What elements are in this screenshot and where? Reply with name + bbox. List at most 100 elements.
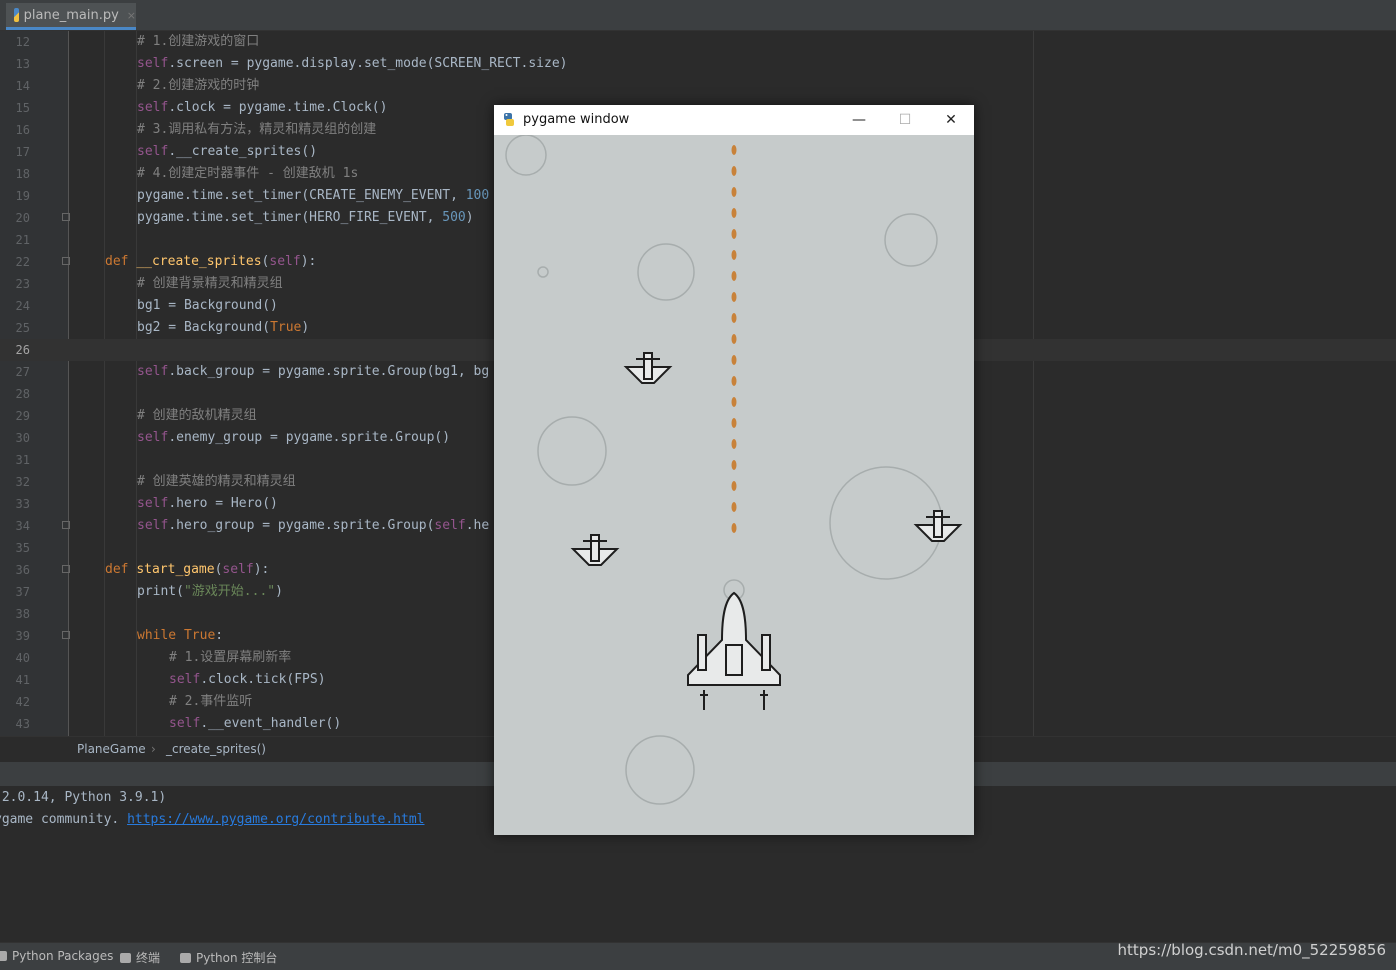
code-text: bg2 = Background(True) bbox=[137, 320, 310, 335]
enemy-plane bbox=[913, 510, 963, 542]
python-icon bbox=[180, 952, 191, 963]
fold-marker-icon[interactable] bbox=[62, 565, 70, 573]
line-number[interactable]: 35 bbox=[0, 537, 30, 559]
line-number[interactable]: 21 bbox=[0, 229, 30, 251]
line-number[interactable]: 25 bbox=[0, 317, 30, 339]
line-number[interactable]: 33 bbox=[0, 493, 30, 515]
bullet-stream bbox=[731, 145, 737, 533]
close-button[interactable]: ✕ bbox=[928, 105, 974, 135]
asteroid bbox=[829, 466, 943, 580]
line-number[interactable]: 43 bbox=[0, 713, 30, 735]
line-number[interactable]: 16 bbox=[0, 119, 30, 141]
code-text: # 1.设置屏幕刷新率 bbox=[169, 650, 292, 665]
code-text: self.__event_handler() bbox=[169, 716, 342, 731]
python-file-icon bbox=[14, 8, 19, 22]
line-number[interactable]: 17 bbox=[0, 141, 30, 163]
code-text: # 3.调用私有方法，精灵和精灵组的创建 bbox=[137, 122, 377, 137]
code-line[interactable]: 12 # 1.创建游戏的窗口 bbox=[0, 31, 1396, 53]
asteroid bbox=[537, 266, 549, 278]
game-canvas[interactable] bbox=[494, 135, 974, 835]
line-number[interactable]: 31 bbox=[0, 449, 30, 471]
terminal-button[interactable]: 终端 bbox=[120, 949, 160, 966]
line-number[interactable]: 41 bbox=[0, 669, 30, 691]
code-text: # 2.事件监听 bbox=[169, 694, 253, 709]
line-number[interactable]: 13 bbox=[0, 53, 30, 75]
terminal-label: 终端 bbox=[136, 951, 161, 965]
tab-plane-main[interactable]: plane_main.py × bbox=[6, 3, 136, 30]
code-text: self.screen = pygame.display.set_mode(SC… bbox=[137, 56, 568, 71]
line-number[interactable]: 29 bbox=[0, 405, 30, 427]
line-number[interactable]: 30 bbox=[0, 427, 30, 449]
line-number[interactable]: 23 bbox=[0, 273, 30, 295]
asteroid-group bbox=[505, 135, 943, 805]
code-text: while True: bbox=[137, 628, 224, 643]
line-number[interactable]: 34 bbox=[0, 515, 30, 537]
fold-marker-icon[interactable] bbox=[62, 521, 70, 529]
line-number[interactable]: 27 bbox=[0, 361, 30, 383]
line-number[interactable]: 42 bbox=[0, 691, 30, 713]
breadcrumb-class[interactable]: PlaneGame bbox=[77, 742, 146, 756]
asteroid bbox=[884, 213, 938, 267]
code-text: print("游戏开始...") bbox=[137, 584, 283, 599]
pygame-window-title: pygame window bbox=[523, 112, 630, 127]
code-line[interactable]: 14 # 2.创建游戏的时钟 bbox=[0, 75, 1396, 97]
console-line: ygame community. https://www.pygame.org/… bbox=[0, 812, 424, 827]
line-number[interactable]: 18 bbox=[0, 163, 30, 185]
asteroid bbox=[537, 416, 607, 486]
code-text: self.__create_sprites() bbox=[137, 144, 318, 159]
packages-icon bbox=[0, 951, 7, 961]
line-number[interactable]: 12 bbox=[0, 31, 30, 53]
code-text: self.back_group = pygame.sprite.Group(bg… bbox=[137, 364, 490, 379]
code-text: pygame.time.set_timer(HERO_FIRE_EVENT, 5… bbox=[137, 210, 474, 225]
code-text: # 4.创建定时器事件 - 创建敌机 1s bbox=[137, 166, 359, 181]
code-text: def start_game(self): bbox=[105, 562, 270, 577]
line-number[interactable]: 14 bbox=[0, 75, 30, 97]
line-number[interactable]: 26 bbox=[0, 339, 30, 361]
line-number[interactable]: 28 bbox=[0, 383, 30, 405]
watermark: https://blog.csdn.net/m0_52259856 bbox=[1117, 941, 1386, 959]
line-number[interactable]: 32 bbox=[0, 471, 30, 493]
code-text: # 创建背景精灵和精灵组 bbox=[137, 276, 283, 291]
python-console-button[interactable]: Python 控制台 bbox=[180, 949, 277, 966]
python-packages-button[interactable]: Python Packages bbox=[0, 949, 113, 963]
python-console-label: Python 控制台 bbox=[196, 951, 278, 965]
pygame-contribute-link[interactable]: https://www.pygame.org/contribute.html bbox=[127, 812, 424, 827]
tool-window-bar: Python Packages 终端 Python 控制台 https://bl… bbox=[0, 941, 1396, 970]
line-number[interactable]: 39 bbox=[0, 625, 30, 647]
minimize-button[interactable]: — bbox=[836, 105, 882, 135]
maximize-button[interactable]: ☐ bbox=[882, 105, 928, 135]
tab-close-icon[interactable]: × bbox=[127, 9, 136, 22]
line-number[interactable]: 15 bbox=[0, 97, 30, 119]
code-text: def __create_sprites(self): bbox=[105, 254, 317, 269]
line-number[interactable]: 38 bbox=[0, 603, 30, 625]
code-text: # 2.创建游戏的时钟 bbox=[137, 78, 260, 93]
hero-plane bbox=[687, 591, 781, 710]
code-text: # 创建英雄的精灵和精灵组 bbox=[137, 474, 296, 489]
terminal-icon bbox=[120, 952, 131, 963]
code-text: self.clock.tick(FPS) bbox=[169, 672, 326, 687]
fold-marker-icon[interactable] bbox=[62, 213, 70, 221]
code-line[interactable]: 13 self.screen = pygame.display.set_mode(… bbox=[0, 53, 1396, 75]
code-text: self.hero_group = pygame.sprite.Group(se… bbox=[137, 518, 490, 533]
code-text: bg1 = Background() bbox=[137, 298, 278, 313]
asteroid bbox=[505, 135, 547, 176]
breadcrumb-method[interactable]: _create_sprites() bbox=[166, 742, 266, 756]
python-packages-label: Python Packages bbox=[12, 949, 114, 963]
pygame-window-titlebar[interactable]: pygame window — ☐ ✕ bbox=[494, 105, 974, 135]
code-text: # 1.创建游戏的窗口 bbox=[137, 34, 260, 49]
line-number[interactable]: 24 bbox=[0, 295, 30, 317]
pygame-window[interactable]: pygame window — ☐ ✕ bbox=[494, 105, 974, 835]
game-scene bbox=[505, 135, 963, 805]
line-number[interactable]: 40 bbox=[0, 647, 30, 669]
editor-tab-bar: plane_main.py × bbox=[0, 0, 1396, 31]
line-number[interactable]: 36 bbox=[0, 559, 30, 581]
line-number[interactable]: 20 bbox=[0, 207, 30, 229]
tab-label: plane_main.py bbox=[23, 7, 119, 23]
code-text: # 创建的敌机精灵组 bbox=[137, 408, 257, 423]
python-logo-icon bbox=[504, 113, 514, 126]
fold-marker-icon[interactable] bbox=[62, 257, 70, 265]
line-number[interactable]: 19 bbox=[0, 185, 30, 207]
line-number[interactable]: 37 bbox=[0, 581, 30, 603]
fold-marker-icon[interactable] bbox=[62, 631, 70, 639]
line-number[interactable]: 22 bbox=[0, 251, 30, 273]
